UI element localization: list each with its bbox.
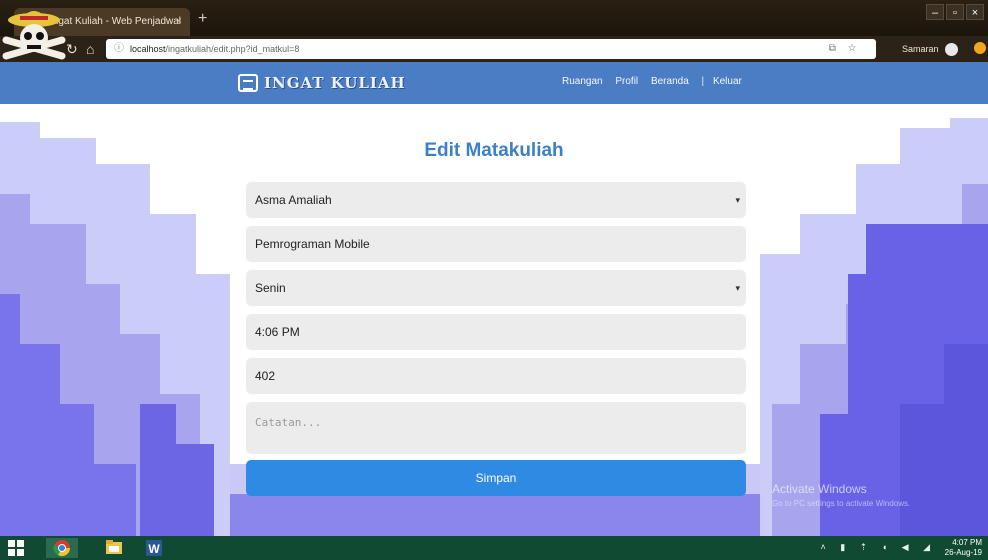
simpan-button[interactable]: Simpan — [246, 460, 746, 496]
url-path: /ingatkuliah/edit.php?id_matkul=8 — [165, 44, 300, 54]
taskbar-clock[interactable]: 4:07 PM 26-Aug-19 — [945, 538, 982, 558]
site-info-icon[interactable]: ⓘ — [114, 39, 124, 59]
windows-start-icon[interactable] — [8, 540, 24, 556]
chevron-down-icon: ▾ — [735, 283, 740, 293]
pirate-logo-icon — [2, 11, 66, 60]
new-tab-button[interactable]: + — [198, 10, 207, 28]
maximize-button[interactable]: ▫ — [946, 4, 964, 20]
activate-windows-subtitle: Go to PC settings to activate Windows. — [772, 499, 911, 508]
brand-name: INGAT KULIAH — [264, 74, 406, 92]
window-controls: – ▫ × — [926, 4, 984, 22]
activate-windows-title: Activate Windows — [772, 482, 867, 496]
minimize-button[interactable]: – — [926, 4, 944, 20]
nav-separator: | — [701, 76, 705, 87]
profile-label: Samaran — [902, 44, 939, 54]
jam-input-value: 4:06 PM — [255, 325, 300, 339]
url-host: localhost — [130, 44, 166, 54]
tab-close-icon[interactable]: × — [176, 8, 182, 36]
nav-link-beranda[interactable]: Beranda — [651, 76, 689, 87]
ruangan-input[interactable]: 402 — [246, 358, 746, 394]
web-page: INGAT KULIAH Ruangan Profil Beranda | Ke… — [0, 62, 988, 536]
dosen-select[interactable]: Asma Amaliah ▾ — [246, 182, 746, 218]
catatan-placeholder: Catatan... — [255, 416, 322, 429]
jam-input[interactable]: 4:06 PM — [246, 314, 746, 350]
browser-titlebar: Ingat Kuliah - Web Penjadwal × + – ▫ × — [0, 0, 988, 36]
svg-text:W: W — [148, 542, 160, 556]
profile-avatar-icon — [945, 43, 959, 57]
browser-toolbar: ← ↻ ⌂ ⓘ localhost/ingatkuliah/edit.php?i… — [0, 36, 988, 62]
hari-select[interactable]: Senin ▾ — [246, 270, 746, 306]
nav-links: Ruangan Profil Beranda | Keluar — [562, 76, 752, 87]
system-tray[interactable]: ˄ ▮ ⇡ ◖ ◀ ◢ — [820, 542, 936, 553]
close-window-button[interactable]: × — [966, 4, 984, 20]
page-title: Edit Matakuliah — [424, 140, 564, 161]
file-explorer-taskbar-icon[interactable] — [98, 538, 130, 558]
chevron-down-icon: ▾ — [735, 195, 740, 205]
brand-book-icon — [238, 74, 258, 92]
catatan-textarea[interactable]: Catatan... — [246, 402, 746, 454]
hari-select-value: Senin — [255, 281, 286, 295]
nav-link-profil[interactable]: Profil — [615, 76, 638, 87]
address-bar[interactable]: ⓘ localhost/ingatkuliah/edit.php?id_matk… — [106, 39, 876, 59]
site-navbar: INGAT KULIAH Ruangan Profil Beranda | Ke… — [0, 62, 988, 104]
nav-link-ruangan[interactable]: Ruangan — [562, 76, 603, 87]
dosen-select-value: Asma Amaliah — [255, 193, 332, 207]
brand-logo[interactable]: INGAT KULIAH — [238, 72, 406, 94]
clock-time: 4:07 PM — [952, 538, 982, 547]
browser-menu-icon[interactable] — [974, 42, 986, 54]
windows-taskbar: W ˄ ▮ ⇡ ◖ ◀ ◢ 4:07 PM 26-Aug-19 — [0, 536, 988, 560]
clock-date: 26-Aug-19 — [944, 548, 982, 557]
bookmark-star-icon[interactable]: ⧉☆ — [829, 39, 868, 59]
matkul-input[interactable]: Pemrograman Mobile — [246, 226, 746, 262]
profile-button[interactable]: Samaran — [902, 41, 959, 57]
home-icon[interactable]: ⌂ — [86, 40, 94, 58]
word-taskbar-icon[interactable]: W — [138, 538, 170, 558]
ruangan-input-value: 402 — [255, 369, 276, 383]
matkul-input-value: Pemrograman Mobile — [255, 237, 370, 251]
nav-link-keluar[interactable]: Keluar — [713, 76, 742, 87]
chrome-taskbar-icon[interactable] — [46, 538, 78, 558]
